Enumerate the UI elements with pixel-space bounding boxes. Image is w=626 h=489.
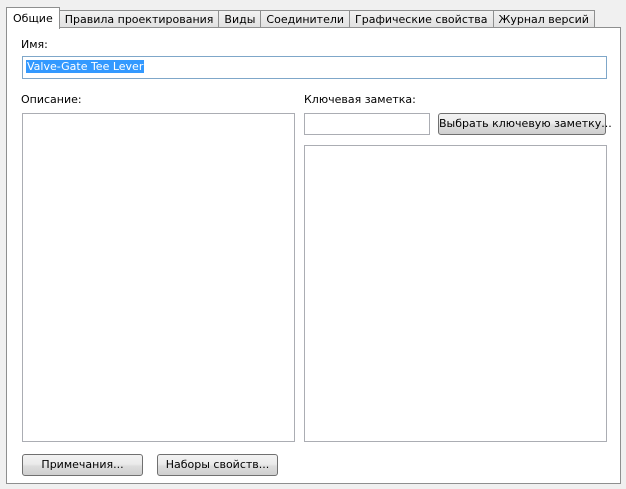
name-label: Имя:: [21, 38, 48, 51]
select-keynote-button[interactable]: Выбрать ключевую заметку...: [438, 113, 612, 135]
keynote-input[interactable]: [304, 113, 430, 135]
notes-button[interactable]: Примечания...: [22, 454, 143, 476]
keynote-text-area[interactable]: [304, 145, 607, 442]
tab-general[interactable]: Общие: [6, 7, 60, 29]
tab-views[interactable]: Виды: [218, 10, 262, 28]
name-input[interactable]: Valve-Gate Tee Lever: [22, 56, 607, 79]
description-label: Описание:: [21, 93, 82, 106]
description-textarea[interactable]: [22, 113, 295, 442]
name-input-value: Valve-Gate Tee Lever: [26, 60, 145, 73]
keynote-label: Ключевая заметка:: [304, 93, 416, 106]
tab-version-history[interactable]: Журнал версий: [492, 10, 595, 28]
tab-strip: Общие Правила проектирования Виды Соедин…: [6, 6, 595, 29]
tab-display-properties[interactable]: Графические свойства: [349, 10, 494, 28]
tab-design-rules[interactable]: Правила проектирования: [58, 10, 220, 28]
general-tab-panel: Имя: Valve-Gate Tee Lever Описание: Ключ…: [6, 27, 621, 484]
property-sets-button[interactable]: Наборы свойств...: [157, 454, 278, 476]
tab-connectors[interactable]: Соединители: [260, 10, 351, 28]
